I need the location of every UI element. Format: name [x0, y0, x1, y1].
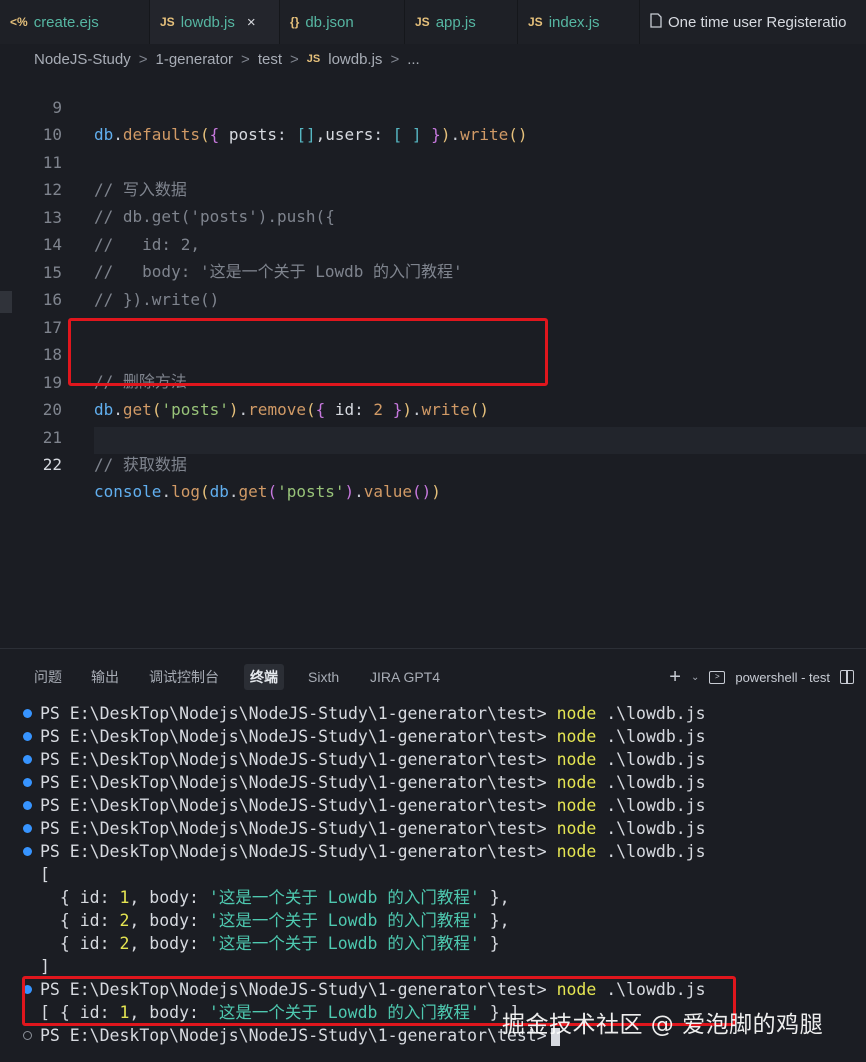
code-line-21[interactable]: 21 // 获取数据	[0, 397, 866, 474]
tab-label: One time user Registeratio	[668, 13, 847, 31]
code-line-14[interactable]: 14 // body: '这是一个关于 Lowdb 的入门教程'	[0, 204, 866, 281]
terminal-output-line: { id: 2, body: '这是一个关于 Lowdb 的入门教程' }	[40, 934, 500, 953]
command-decoration-icon[interactable]	[23, 732, 32, 741]
code-editor[interactable]: 9 db.defaults({ posts: [],users: [ ] }).…	[0, 66, 866, 646]
terminal-prompt-line[interactable]: PS E:\DeskTop\Nodejs\NodeJS-Study\1-gene…	[40, 1024, 560, 1047]
chevron-right-icon: >	[138, 50, 148, 68]
tab-debug-console[interactable]: 调试控制台	[143, 664, 225, 690]
watermark: 掘金技术社区 @ 爱泡脚的鸡腿	[502, 1012, 824, 1038]
tab-db-json[interactable]: {} db.json	[280, 0, 405, 44]
code-line-9[interactable]: 9 db.defaults({ posts: [],users: [ ] }).…	[0, 67, 866, 144]
terminal-selector[interactable]: powershell - test	[735, 670, 830, 685]
tab-label: create.ejs	[33, 13, 99, 31]
tab-label: db.json	[305, 13, 354, 31]
terminal-line: PS E:\DeskTop\Nodejs\NodeJS-Study\1-gene…	[40, 750, 706, 769]
js-file-icon: JS	[415, 15, 430, 29]
terminal-output-line: { id: 2, body: '这是一个关于 Lowdb 的入门教程' },	[40, 911, 510, 930]
json-file-icon: {}	[290, 15, 300, 29]
split-terminal-icon[interactable]	[840, 670, 854, 684]
terminal-line: PS E:\DeskTop\Nodejs\NodeJS-Study\1-gene…	[40, 727, 706, 746]
tab-terminal[interactable]: 终端	[244, 664, 284, 690]
breadcrumb-item[interactable]: 1-generator	[155, 51, 233, 68]
code-line-11[interactable]: 11 // 写入数据	[0, 122, 866, 199]
terminal-line: PS E:\DeskTop\Nodejs\NodeJS-Study\1-gene…	[40, 842, 706, 861]
js-file-icon: JS	[306, 53, 321, 65]
breadcrumb-item[interactable]: test	[258, 51, 282, 68]
code-line-22[interactable]: 22 console.log(db.get('posts').value())	[0, 424, 866, 501]
chevron-right-icon: >	[390, 50, 400, 68]
command-decoration-icon[interactable]	[23, 709, 32, 718]
line-number: 22	[42, 455, 62, 474]
document-icon	[650, 12, 662, 32]
tab-create-ejs[interactable]: <% create.ejs	[0, 0, 150, 44]
ejs-file-icon: <%	[10, 15, 28, 29]
terminal-line: PS E:\DeskTop\Nodejs\NodeJS-Study\1-gene…	[40, 773, 706, 792]
command-decoration-icon[interactable]	[23, 755, 32, 764]
tab-problems[interactable]: 问题	[28, 664, 68, 690]
code-comment: // 获取数据	[94, 455, 187, 474]
tab-jira-gpt4[interactable]: JIRA GPT4	[364, 664, 446, 690]
breadcrumb-item[interactable]: NodeJS-Study	[34, 51, 131, 68]
command-decoration-icon[interactable]	[23, 847, 32, 856]
close-icon[interactable]: ×	[247, 14, 256, 31]
panel-toolbar: + ⌄ > powershell - test	[669, 664, 854, 690]
tab-label: app.js	[435, 13, 476, 31]
code-line-16[interactable]: 16	[0, 259, 866, 309]
tab-index-js[interactable]: JS index.js	[518, 0, 640, 44]
tab-app-js[interactable]: JS app.js	[405, 0, 518, 44]
tab-label: index.js	[548, 13, 600, 31]
breadcrumb-more[interactable]: ...	[407, 51, 420, 68]
command-decoration-icon[interactable]	[23, 801, 32, 810]
code-line-10[interactable]: 10	[0, 94, 866, 144]
highlight-box	[68, 318, 548, 386]
js-file-icon: JS	[528, 15, 543, 29]
panel-divider	[0, 648, 866, 649]
panel-header: 问题 输出 调试控制台 终端 Sixth JIRA GPT4 + ⌄ > pow…	[0, 656, 866, 696]
code-line-15[interactable]: 15 // }).write()	[0, 232, 866, 309]
editor-tab-bar: <% create.ejs JS lowdb.js × {} db.json J…	[0, 0, 866, 44]
code-line-17[interactable]: 17	[0, 287, 866, 337]
chevron-down-icon[interactable]: ⌄	[691, 672, 699, 683]
plus-icon[interactable]: +	[669, 666, 681, 689]
tab-sixth[interactable]: Sixth	[302, 664, 345, 690]
code-text: console.log(db.get('posts').value())	[94, 482, 441, 501]
terminal-icon: >	[709, 670, 726, 684]
command-decoration-icon[interactable]	[23, 778, 32, 787]
terminal-output-line: { id: 1, body: '这是一个关于 Lowdb 的入门教程' },	[40, 888, 510, 907]
code-line-13[interactable]: 13 // id: 2,	[0, 177, 866, 254]
tab-label: lowdb.js	[180, 13, 235, 31]
terminal-line: PS E:\DeskTop\Nodejs\NodeJS-Study\1-gene…	[40, 796, 706, 815]
command-decoration-icon[interactable]	[23, 1031, 32, 1040]
tab-output[interactable]: 输出	[85, 664, 125, 690]
terminal-output-line: ]	[40, 957, 50, 976]
terminal-line: PS E:\DeskTop\Nodejs\NodeJS-Study\1-gene…	[40, 704, 706, 723]
terminal-line: PS E:\DeskTop\Nodejs\NodeJS-Study\1-gene…	[40, 819, 706, 838]
tab-lowdb-js[interactable]: JS lowdb.js ×	[150, 0, 280, 44]
tab-registration-doc[interactable]: One time user Registeratio	[640, 0, 866, 44]
js-file-icon: JS	[160, 15, 175, 29]
terminal-output-line: [	[40, 865, 50, 884]
code-line-12[interactable]: 12 // db.get('posts').push({	[0, 149, 866, 226]
breadcrumb-file[interactable]: lowdb.js	[328, 51, 382, 68]
command-decoration-icon[interactable]	[23, 824, 32, 833]
chevron-right-icon: >	[241, 50, 250, 68]
chevron-right-icon: >	[290, 50, 299, 68]
